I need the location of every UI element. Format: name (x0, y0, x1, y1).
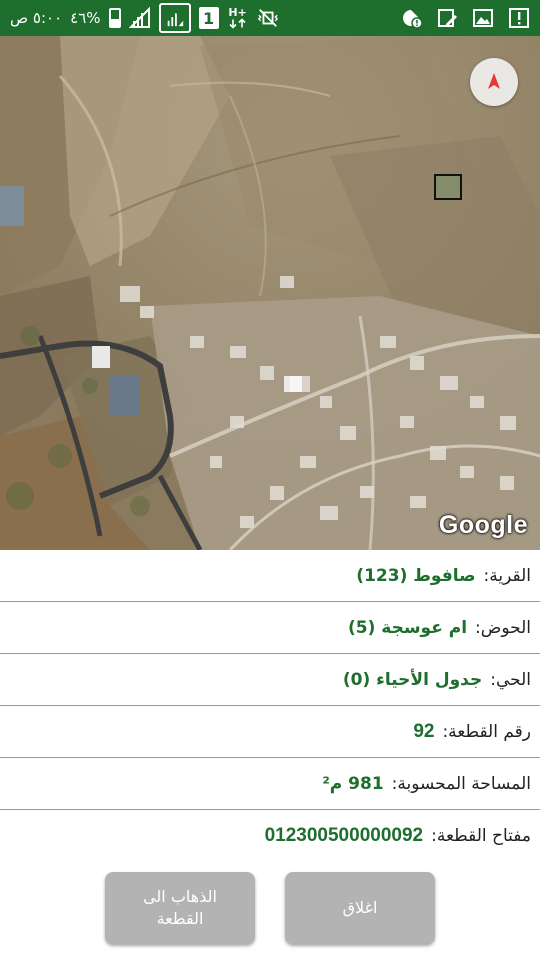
plot-key-value: 012300500000092 (264, 825, 424, 846)
go-to-plot-label-line1: الذهاب الى (143, 887, 217, 906)
compass-button[interactable] (470, 58, 518, 106)
status-bar-left: ٥:٠٠ ص ٤٦% 1 H+ (10, 3, 400, 33)
network-type: H+ (228, 6, 247, 19)
battery-percent: ٤٦% (70, 9, 101, 27)
area-row: المساحة المحسوبة: 981 م² (0, 758, 540, 810)
basin-value: ام عوسجة (5) (347, 617, 468, 638)
village-label: القرية: (483, 565, 531, 586)
basin-label: الحوض: (475, 617, 531, 638)
go-to-plot-label-line2: القطعة (156, 909, 204, 928)
neighborhood-label: الحي: (490, 669, 531, 690)
close-button[interactable]: اغلاق (285, 872, 435, 944)
google-attribution: Google (438, 511, 528, 539)
go-to-plot-button-label: الذهاب الى القطعة (143, 886, 217, 930)
satellite-imagery (0, 36, 540, 550)
clock: ٥:٠٠ ص (10, 9, 63, 27)
close-button-label: اغلاق (342, 898, 378, 917)
go-to-plot-button[interactable]: الذهاب الى القطعة (105, 872, 255, 944)
sim-slot-badge: 1 (198, 7, 219, 29)
parcel-info-panel: القرية: صافوط (123) الحوض: ام عوسجة (5) … (0, 550, 540, 862)
plot-key-row: مفتاح القطعة: 012300500000092 (0, 810, 540, 862)
basin-row: الحوض: ام عوسجة (5) (0, 602, 540, 654)
info-icon (508, 7, 530, 29)
plot-number-row: رقم القطعة: 92 (0, 706, 540, 758)
image-icon (472, 7, 494, 29)
area-label: المساحة المحسوبة: (391, 773, 531, 794)
neighborhood-row: الحي: جدول الأحياء (0) (0, 654, 540, 706)
vibrate-icon (257, 7, 279, 29)
plot-key-label: مفتاح القطعة: (431, 826, 531, 846)
alert-icon (400, 7, 422, 29)
plot-number-label: رقم القطعة: (442, 721, 531, 742)
village-value: صافوط (123) (356, 565, 476, 586)
neighborhood-value: جدول الأحياء (0) (342, 669, 483, 690)
compass-icon (488, 73, 500, 89)
status-bar-right (400, 7, 530, 29)
signal-icon-sim2 (158, 3, 191, 33)
plot-number-value: 92 (413, 720, 435, 742)
village-row: القرية: صافوط (123) (0, 550, 540, 602)
area-value: 981 م² (322, 773, 384, 794)
battery-icon (108, 8, 121, 28)
satellite-map[interactable]: Google (0, 36, 540, 550)
parcel-outline[interactable] (434, 174, 462, 200)
network-icon: H+ (227, 7, 249, 29)
status-bar: ٥:٠٠ ص ٤٦% 1 H+ (0, 0, 540, 36)
edit-icon (436, 7, 458, 29)
signal-icon (128, 7, 151, 29)
